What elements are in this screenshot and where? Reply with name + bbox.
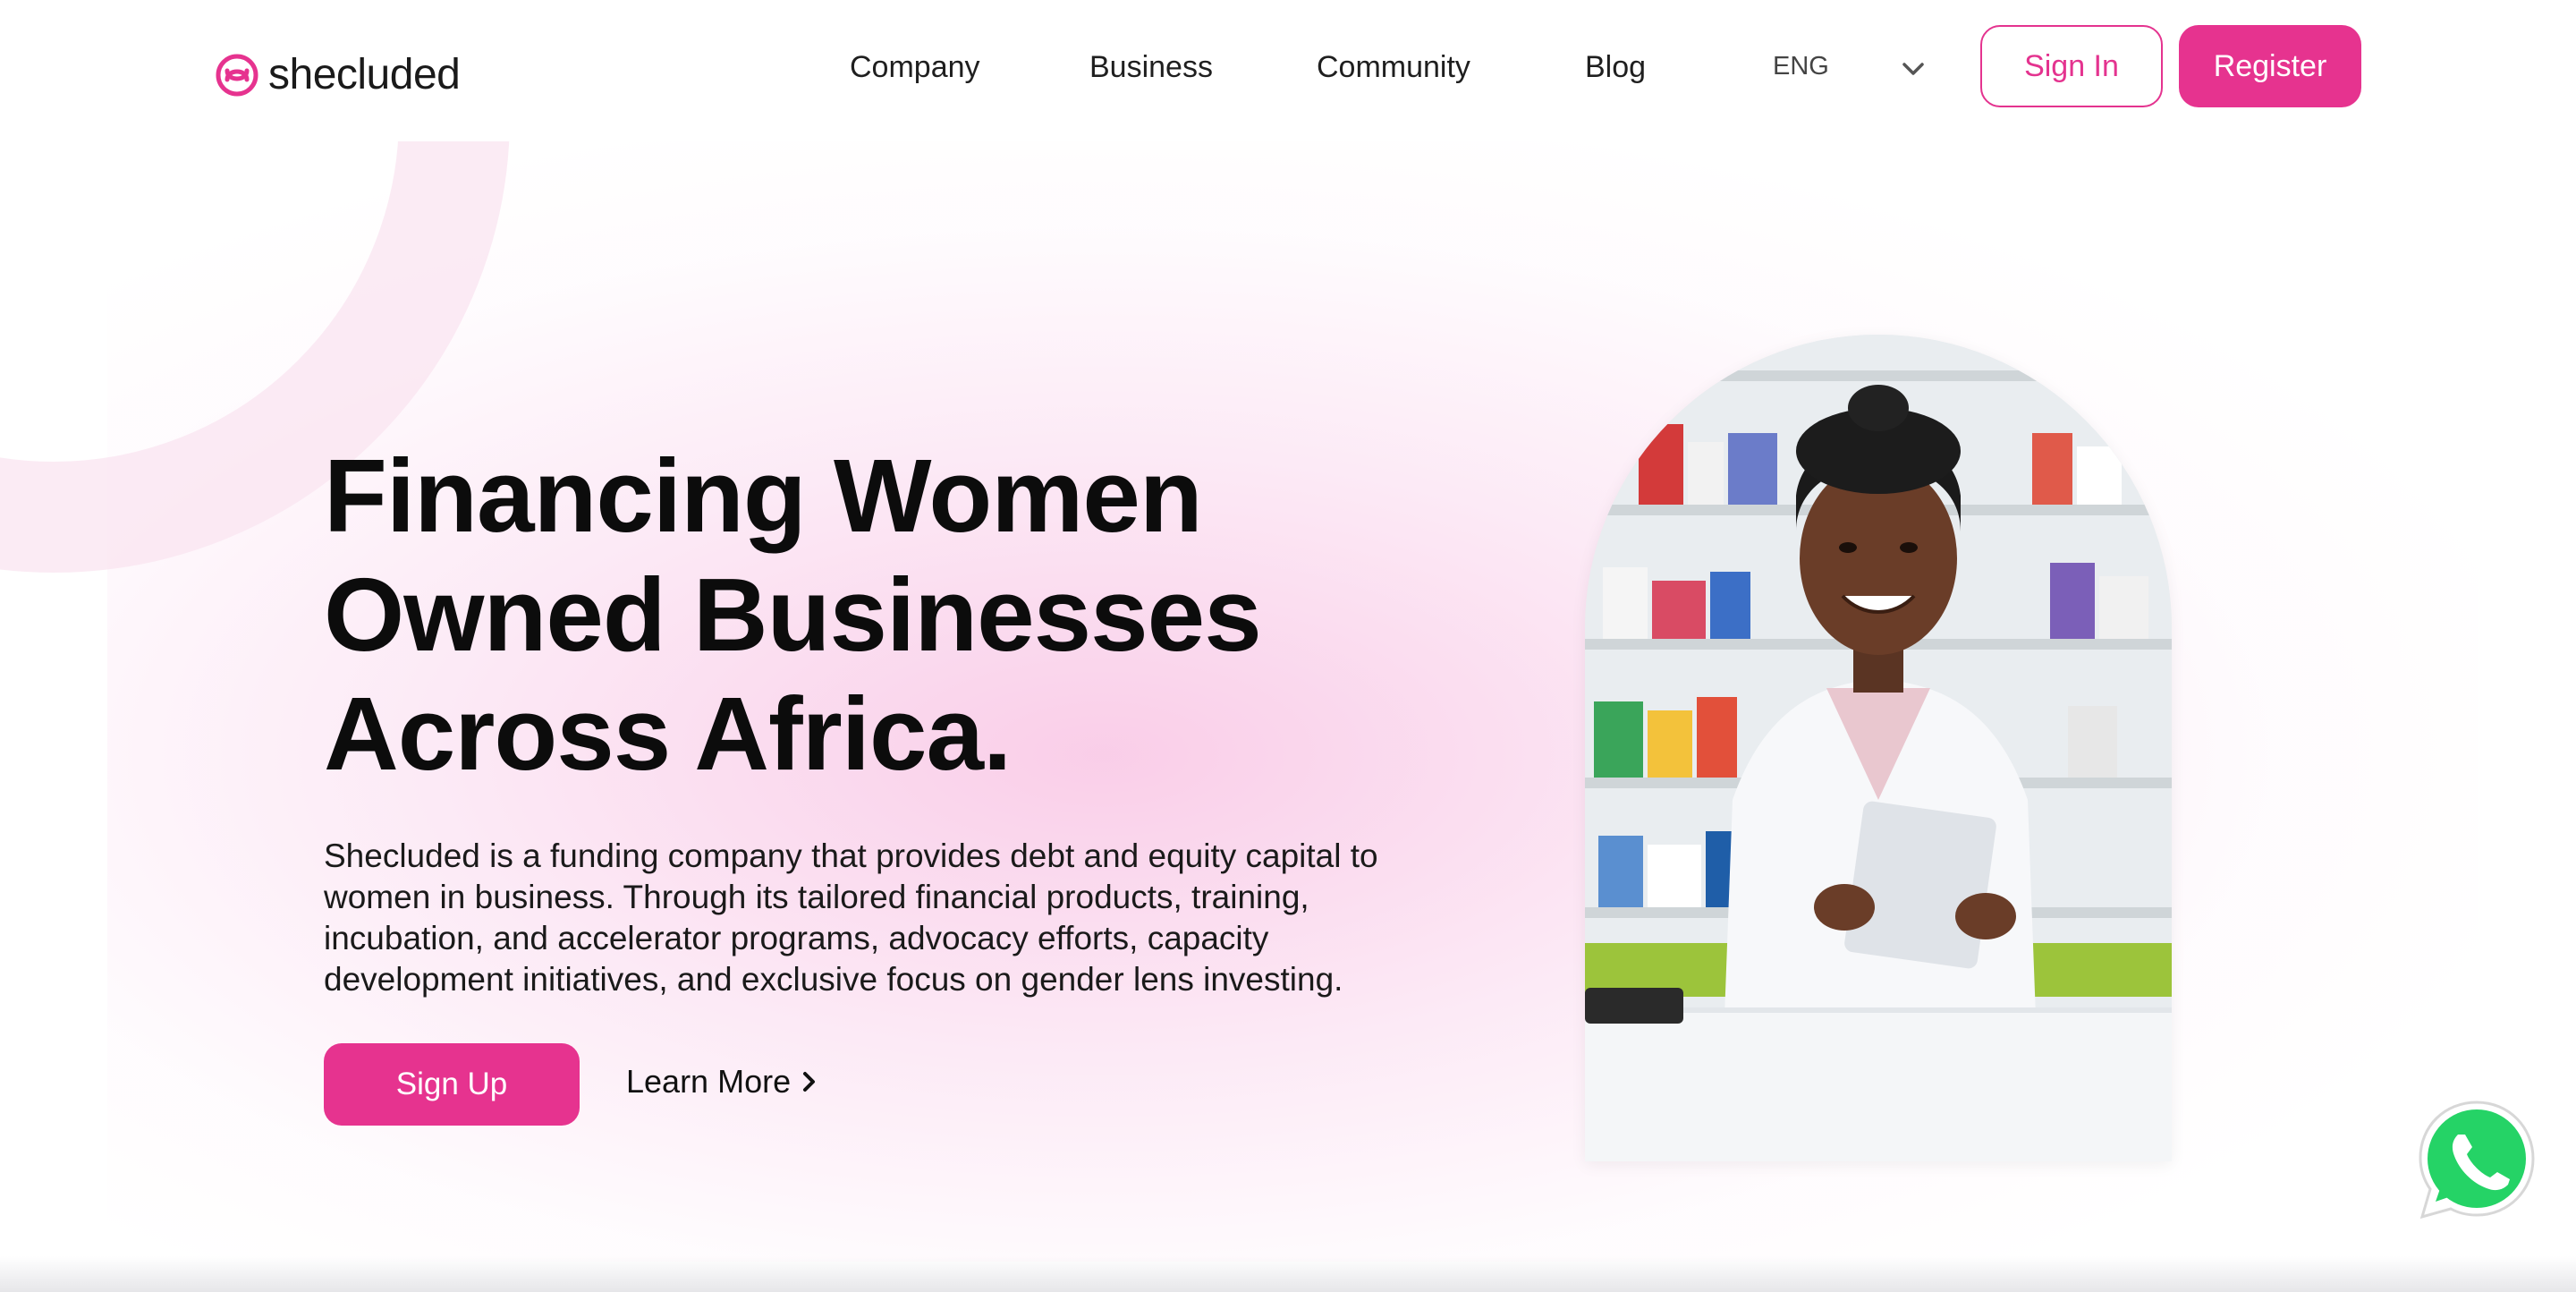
hero-title: Financing Women Owned Businesses Across … xyxy=(324,437,1397,794)
hero-description-line: Shecluded is a funding company that prov… xyxy=(324,837,1378,874)
language-selector[interactable]: ENG xyxy=(1773,52,1829,81)
logo-text: shecluded xyxy=(268,51,461,98)
sign-up-button[interactable]: Sign Up xyxy=(324,1043,580,1126)
hero-description-line: development initiatives, and exclusive f… xyxy=(324,961,1343,998)
hero-title-line: Across Africa. xyxy=(324,676,1012,792)
sign-in-button[interactable]: Sign In xyxy=(1980,25,2163,107)
hero-title-line: Owned Businesses xyxy=(324,557,1262,673)
site-header: shecluded Company Business Community Blo… xyxy=(0,0,2576,141)
nav-item-business[interactable]: Business xyxy=(1089,50,1213,85)
learn-more-label: Learn More xyxy=(626,1063,792,1100)
whatsapp-icon[interactable] xyxy=(2411,1095,2542,1226)
nav-item-community[interactable]: Community xyxy=(1317,50,1470,85)
hero-description-line: women in business. Through its tailored … xyxy=(324,879,1309,915)
hero-photo xyxy=(1585,335,2172,1161)
hero-title-line: Financing Women xyxy=(324,438,1203,554)
landing-page: shecluded Company Business Community Blo… xyxy=(0,0,2576,1292)
site-logo[interactable]: shecluded xyxy=(215,50,461,99)
pharmacist-illustration xyxy=(1585,335,2172,1161)
nav-item-blog[interactable]: Blog xyxy=(1585,50,1646,85)
hero-description-line: incubation, and accelerator programs, ad… xyxy=(324,920,1269,956)
chevron-right-icon xyxy=(803,1072,816,1092)
register-button[interactable]: Register xyxy=(2179,25,2361,107)
chevron-down-icon[interactable] xyxy=(1900,59,1927,79)
hero-description: Shecluded is a funding company that prov… xyxy=(324,836,1379,1000)
bottom-shadow xyxy=(0,1256,2576,1292)
shecluded-logo-icon xyxy=(216,54,258,96)
nav-item-company[interactable]: Company xyxy=(850,50,980,85)
learn-more-link[interactable]: Learn More xyxy=(626,1063,819,1101)
